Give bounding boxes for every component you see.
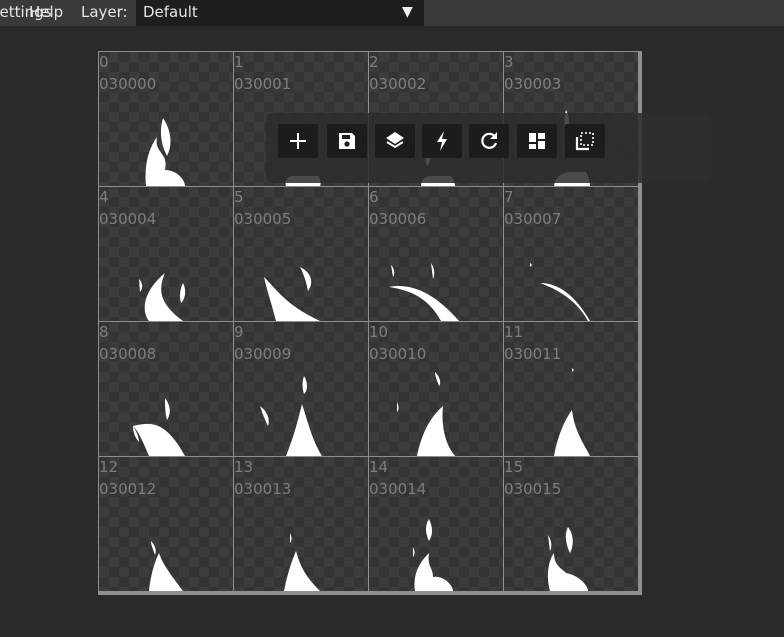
sprite-frame-7[interactable]: 7 030007	[504, 187, 638, 321]
lightning-button[interactable]	[422, 124, 462, 158]
frame-code: 030002	[369, 75, 427, 93]
frame-index: 1	[234, 53, 244, 71]
frame-code: 030012	[99, 480, 157, 498]
sprite-frame-4[interactable]: 4 030004	[99, 187, 233, 321]
sprite-frame-0[interactable]: 0 030000	[99, 52, 233, 186]
refresh-button[interactable]	[469, 124, 509, 158]
flame-sprite-image	[530, 263, 590, 321]
layout-button[interactable]	[517, 124, 557, 158]
flame-sprite-image	[133, 398, 185, 456]
frame-index: 14	[369, 458, 389, 476]
layer-label: Layer:	[81, 3, 128, 21]
frame-code: 030013	[234, 480, 292, 498]
flame-sprite-image	[554, 368, 590, 456]
flame-sprite-image	[413, 519, 453, 591]
layer-select-value: Default	[143, 3, 198, 21]
sprite-frame-8[interactable]: 8 030008	[99, 322, 233, 456]
flame-sprite-image	[149, 541, 183, 591]
save-icon	[339, 133, 355, 149]
frame-code: 030004	[99, 210, 157, 228]
flame-sprite-image	[145, 118, 185, 186]
sprite-frame-9[interactable]: 9 030009	[234, 322, 368, 456]
frame-code: 030006	[369, 210, 427, 228]
frame-index: 10	[369, 323, 389, 341]
frame-code: 030005	[234, 210, 292, 228]
frame-index: 13	[234, 458, 254, 476]
floating-toolbar	[266, 113, 712, 183]
lightning-icon	[437, 131, 447, 151]
selection-icon	[575, 132, 594, 151]
frame-index: 12	[99, 458, 119, 476]
layers-icon	[386, 132, 404, 149]
menu-bar: Settings Help Layer: Default ▼	[0, 0, 784, 26]
frame-code: 030000	[99, 75, 157, 93]
sprite-frame-5[interactable]: 5 030005	[234, 187, 368, 321]
frame-index: 11	[504, 323, 524, 341]
frame-code: 030014	[369, 480, 427, 498]
frame-code: 030001	[234, 75, 292, 93]
layers-button[interactable]	[375, 124, 415, 158]
add-button[interactable]	[278, 124, 318, 158]
flame-sprite-image	[284, 533, 320, 591]
sprite-frame-14[interactable]: 14 030014	[369, 457, 503, 591]
frame-index: 9	[234, 323, 244, 341]
add-icon	[290, 133, 306, 149]
sprite-frame-11[interactable]: 11 030011	[504, 322, 638, 456]
frame-code: 030003	[504, 75, 562, 93]
frame-index: 7	[504, 188, 514, 206]
layout-icon	[529, 133, 545, 149]
save-button[interactable]	[327, 124, 367, 158]
flame-sprite-image	[389, 263, 459, 321]
frame-index: 4	[99, 188, 109, 206]
frame-index: 8	[99, 323, 109, 341]
frame-code: 030011	[504, 345, 562, 363]
flame-sprite-image	[139, 273, 186, 321]
frame-index: 15	[504, 458, 524, 476]
sprite-frame-10[interactable]: 10 030010	[369, 322, 503, 456]
refresh-icon	[481, 132, 498, 149]
frame-index: 6	[369, 188, 379, 206]
frame-index: 0	[99, 53, 109, 71]
frame-code: 030009	[234, 345, 292, 363]
dropdown-arrow-icon[interactable]: ▼	[402, 4, 413, 20]
frame-index: 3	[504, 53, 514, 71]
frame-index: 5	[234, 188, 244, 206]
flame-sprite-image	[547, 527, 588, 591]
sprite-frame-13[interactable]: 13 030013	[234, 457, 368, 591]
selection-button[interactable]	[565, 124, 605, 158]
menu-help[interactable]: Help	[29, 3, 63, 21]
frame-index: 2	[369, 53, 379, 71]
flame-sprite-image	[397, 372, 455, 456]
frame-code: 030008	[99, 345, 157, 363]
frame-code: 030015	[504, 480, 562, 498]
frame-code: 030010	[369, 345, 427, 363]
sprite-frame-15[interactable]: 15 030015	[504, 457, 638, 591]
flame-sprite-image	[264, 267, 320, 321]
frame-code: 030007	[504, 210, 562, 228]
sprite-frame-6[interactable]: 6 030006	[369, 187, 503, 321]
flame-sprite-image	[260, 376, 322, 456]
layer-select[interactable]: Default ▼	[136, 0, 424, 26]
sprite-frame-12[interactable]: 12 030012	[99, 457, 233, 591]
